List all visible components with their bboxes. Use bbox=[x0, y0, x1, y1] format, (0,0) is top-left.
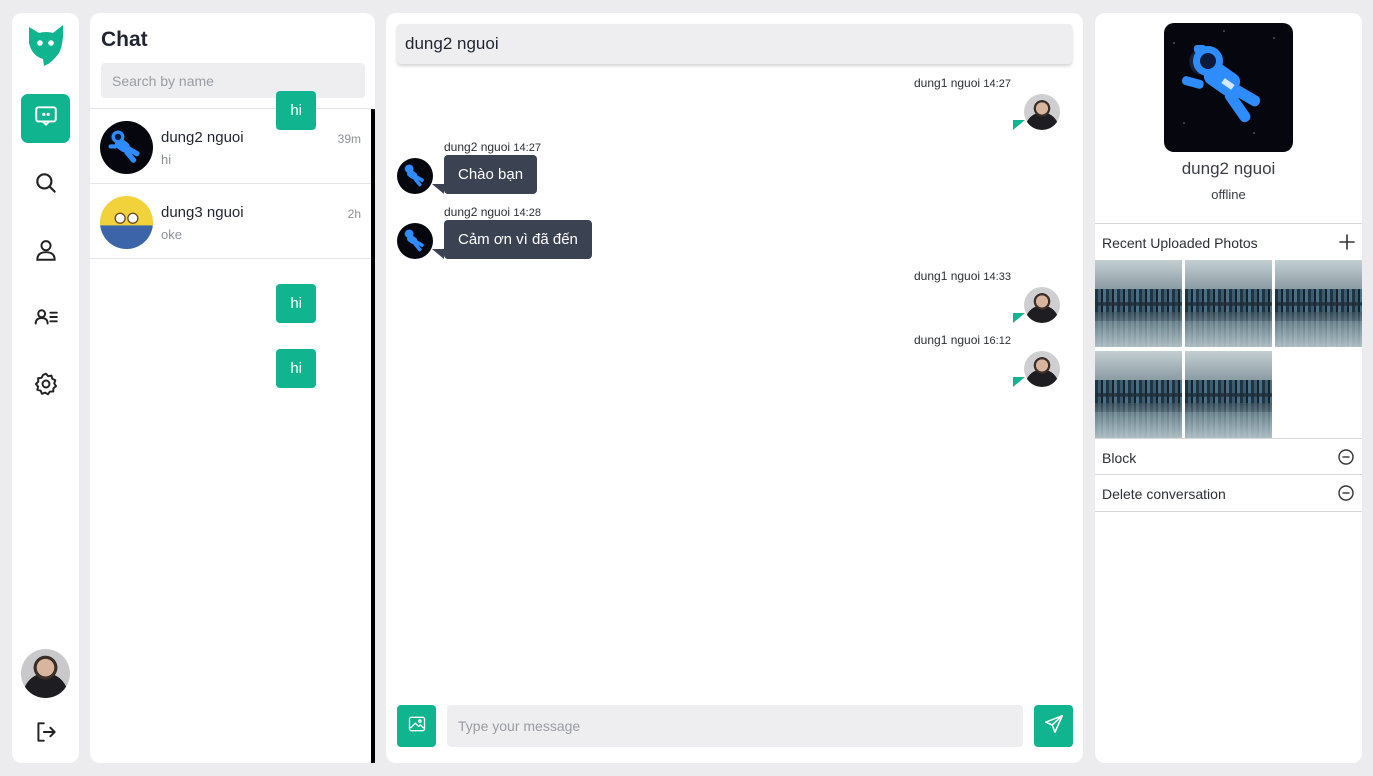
avatar bbox=[1024, 351, 1060, 387]
gear-icon bbox=[33, 371, 59, 402]
search-input[interactable] bbox=[101, 63, 365, 98]
conversation-item[interactable]: dung3 nguoi oke 2h bbox=[90, 183, 371, 259]
divider bbox=[1095, 511, 1362, 512]
message-meta: dung1 nguoi 14:27 bbox=[914, 76, 1011, 90]
contacts-icon bbox=[33, 304, 59, 335]
photos-section-title: Recent Uploaded Photos bbox=[1102, 235, 1258, 251]
avatar[interactable] bbox=[21, 649, 70, 698]
message-bubble: Chào bạn bbox=[444, 155, 538, 194]
conversation-time: 2h bbox=[347, 207, 361, 221]
avatar bbox=[397, 158, 433, 194]
nav-sidebar bbox=[12, 13, 79, 763]
nav-contacts-button[interactable] bbox=[21, 295, 70, 344]
message-bubble: hi bbox=[276, 284, 316, 323]
status-badge: offline bbox=[1211, 187, 1246, 202]
cat-logo-icon[interactable] bbox=[26, 23, 66, 67]
nav-profile-button[interactable] bbox=[21, 228, 70, 277]
avatar bbox=[100, 196, 153, 249]
attach-image-button[interactable] bbox=[397, 705, 436, 747]
avatar bbox=[397, 223, 433, 259]
profile-name: dung2 nguoi bbox=[1181, 159, 1276, 178]
photo-thumbnail[interactable] bbox=[1095, 260, 1182, 347]
conversation-item[interactable]: dung2 nguoi hi 39m bbox=[90, 108, 371, 184]
photo-thumbnail[interactable] bbox=[1095, 351, 1182, 438]
conversation-time: 39m bbox=[337, 132, 361, 146]
nav-chat-button[interactable] bbox=[21, 94, 70, 143]
chat-header: dung2 nguoi bbox=[397, 24, 1072, 64]
image-icon bbox=[407, 714, 427, 739]
minus-circle-icon bbox=[1337, 484, 1355, 502]
scrollbar[interactable] bbox=[371, 109, 375, 763]
send-button[interactable] bbox=[1034, 705, 1073, 747]
page-title: Chat bbox=[101, 28, 148, 51]
message-meta: dung1 nguoi 16:12 bbox=[914, 333, 1011, 347]
message-bubble: Cảm ơn vì đã đến bbox=[444, 220, 592, 259]
user-icon bbox=[33, 237, 59, 268]
photo-thumbnail[interactable] bbox=[1275, 260, 1362, 347]
send-icon bbox=[1043, 713, 1065, 740]
photo-thumbnail[interactable] bbox=[1185, 351, 1272, 438]
message-bubble: hi bbox=[276, 349, 316, 388]
message-input[interactable] bbox=[447, 705, 1023, 747]
logout-button[interactable] bbox=[21, 710, 70, 759]
profile-panel: dung2 nguoi offline Recent Uploaded Phot… bbox=[1095, 13, 1362, 763]
avatar bbox=[1024, 94, 1060, 130]
block-label: Block bbox=[1102, 450, 1137, 466]
chat-icon bbox=[33, 103, 59, 134]
conversation-name: dung2 nguoi bbox=[161, 129, 244, 146]
search-icon bbox=[33, 170, 59, 201]
message-meta: dung2 nguoi 14:27 bbox=[444, 140, 541, 154]
photo-thumbnail[interactable] bbox=[1185, 260, 1272, 347]
nav-search-button[interactable] bbox=[21, 161, 70, 210]
minus-circle-icon bbox=[1337, 448, 1355, 466]
delete-conversation-button[interactable]: Delete conversation bbox=[1095, 475, 1362, 511]
divider bbox=[1095, 223, 1362, 224]
delete-conversation-label: Delete conversation bbox=[1102, 486, 1226, 502]
message-meta: dung2 nguoi 14:28 bbox=[444, 205, 541, 219]
conversation-last-message: oke bbox=[161, 227, 182, 242]
logout-icon bbox=[33, 719, 59, 750]
profile-avatar bbox=[1164, 23, 1293, 152]
chat-list-panel: Chat dung2 nguoi hi 39m dung3 n bbox=[90, 13, 375, 763]
avatar bbox=[100, 121, 153, 174]
message-meta: dung1 nguoi 14:33 bbox=[914, 269, 1011, 283]
chat-title: dung2 nguoi bbox=[405, 34, 499, 53]
conversation-list: dung2 nguoi hi 39m dung3 nguoi oke 2h bbox=[90, 108, 371, 259]
avatar bbox=[1024, 287, 1060, 323]
message-bubble: hi bbox=[276, 91, 316, 130]
plus-icon bbox=[1337, 234, 1357, 256]
conversation-name: dung3 nguoi bbox=[161, 204, 244, 221]
conversation-last-message: hi bbox=[161, 152, 172, 167]
chat-panel: dung2 nguoi dung1 nguoi 14:27 hi dung2 n… bbox=[276, 13, 1083, 763]
block-button[interactable]: Block bbox=[1095, 439, 1362, 475]
nav-settings-button[interactable] bbox=[21, 362, 70, 411]
add-photo-button[interactable] bbox=[1337, 232, 1357, 252]
